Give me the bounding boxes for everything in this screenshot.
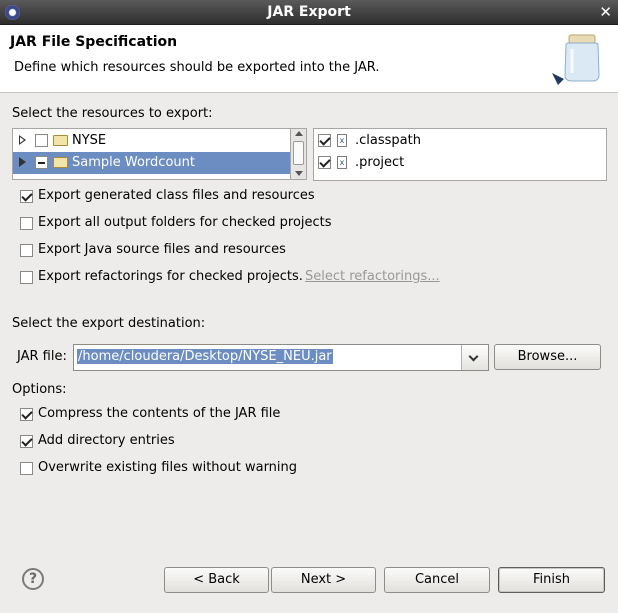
checkbox[interactable] <box>20 190 33 203</box>
checkbox[interactable] <box>20 271 33 284</box>
option-label: Export all output folders for checked pr… <box>38 215 332 230</box>
page-description: Define which resources should be exporte… <box>14 60 380 75</box>
combo-dropdown-button[interactable] <box>461 345 488 370</box>
checkbox[interactable] <box>20 217 33 230</box>
file-item-label: .classpath <box>355 133 421 148</box>
file-item-classpath[interactable]: x .classpath <box>314 130 604 152</box>
tree-item-label: NYSE <box>72 133 107 148</box>
tree-scrollbar[interactable] <box>290 128 307 180</box>
option-label: Compress the contents of the JAR file <box>38 406 281 421</box>
tree-checkbox[interactable] <box>35 156 48 169</box>
help-icon[interactable]: ? <box>22 568 44 590</box>
option-label: Export Java source files and resources <box>38 242 286 257</box>
checkbox[interactable] <box>20 435 33 448</box>
jar-icon <box>552 34 600 85</box>
select-refactorings-link[interactable]: Select refactorings... <box>305 269 440 284</box>
jar-file-label: JAR file: <box>17 349 67 364</box>
resources-label: Select the resources to export: <box>12 106 213 121</box>
next-button[interactable]: Next > <box>271 567 376 593</box>
chevron-down-icon <box>468 351 479 362</box>
jar-file-combo[interactable]: /home/cloudera/Desktop/NYSE_NEU.jar <box>73 344 489 371</box>
tree-checkbox[interactable] <box>35 134 48 147</box>
header-banner: JAR File Specification Define which reso… <box>0 25 618 93</box>
option-label: Add directory entries <box>38 433 175 448</box>
browse-button[interactable]: Browse... <box>494 344 601 370</box>
file-list[interactable]: x .classpath x .project <box>313 128 607 181</box>
tree-item-nyse[interactable]: NYSE <box>13 130 291 152</box>
jar-file-input[interactable]: /home/cloudera/Desktop/NYSE_NEU.jar <box>77 349 333 364</box>
page-title: JAR File Specification <box>10 34 178 50</box>
expand-arrow-icon[interactable] <box>19 157 26 167</box>
project-folder-icon <box>53 157 68 168</box>
expand-arrow-icon[interactable] <box>19 135 26 145</box>
destination-label: Select the export destination: <box>12 316 206 331</box>
options-label: Options: <box>12 382 67 397</box>
window-title: JAR Export <box>267 4 351 20</box>
checkbox[interactable] <box>20 244 33 257</box>
scroll-down-icon[interactable] <box>295 171 303 176</box>
option-label: Export generated class files and resourc… <box>38 188 315 203</box>
back-button[interactable]: < Back <box>164 567 269 593</box>
checkbox[interactable] <box>20 408 33 421</box>
file-checkbox[interactable] <box>318 134 331 147</box>
tree-item-label: Sample Wordcount <box>72 155 195 170</box>
project-tree[interactable]: NYSE Sample Wordcount <box>12 128 307 180</box>
option-label: Overwrite existing files without warning <box>38 460 298 475</box>
checkbox[interactable] <box>20 462 33 475</box>
scroll-up-icon[interactable] <box>295 131 303 136</box>
file-item-project[interactable]: x .project <box>314 152 604 174</box>
project-folder-icon <box>53 135 68 146</box>
finish-button[interactable]: Finish <box>498 567 605 593</box>
file-item-label: .project <box>355 155 405 170</box>
title-bar: JAR Export ✕ <box>0 0 618 25</box>
tree-item-sample-wordcount[interactable]: Sample Wordcount <box>13 152 291 174</box>
close-icon[interactable]: ✕ <box>599 3 612 21</box>
scroll-thumb[interactable] <box>293 141 304 165</box>
file-checkbox[interactable] <box>318 156 331 169</box>
xml-file-icon: x <box>337 156 347 169</box>
cancel-button[interactable]: Cancel <box>384 567 490 593</box>
xml-file-icon: x <box>337 134 347 147</box>
option-label: Export refactorings for checked projects… <box>38 269 303 284</box>
